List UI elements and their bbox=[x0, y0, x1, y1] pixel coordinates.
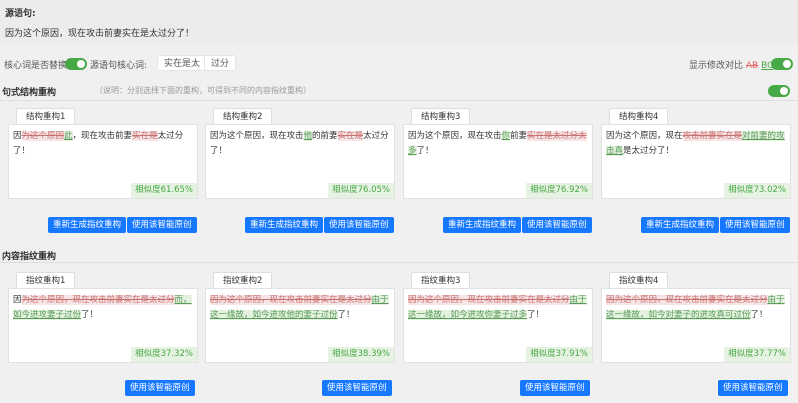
source-text: 因为这个原因，现在攻击前妻实在是太过分了！ bbox=[5, 29, 195, 39]
options-row: 核心词是否替换 源语句核心词: 实在是太 过分 显示修改对比 AB BC bbox=[0, 54, 798, 74]
content-text: 因为这个原因，现在攻击前妻实在是太过分而，如今进攻妻子过份了！ bbox=[13, 293, 195, 323]
show-diff-text: 显示修改对比 bbox=[689, 61, 744, 71]
inserted-text: 你 bbox=[501, 131, 511, 141]
unchanged-text: 的前妻 bbox=[312, 131, 338, 141]
structure-section-toggle[interactable] bbox=[768, 85, 790, 97]
keyword-chip[interactable]: 实在是太 bbox=[157, 55, 208, 71]
unchanged-text: 了！ bbox=[750, 310, 768, 320]
use-original-button[interactable]: 使用该智能原创 bbox=[522, 217, 592, 233]
unchanged-text: 因为这个原因，现在 bbox=[606, 131, 683, 141]
tab-structure-4[interactable]: 结构重构4 bbox=[609, 108, 669, 125]
structure-text-box: 因为这个原因此，现在攻击前妻实在是太过分了！ 相似度61.65% bbox=[8, 124, 198, 199]
unchanged-text: 因为这个原因，现在攻击 bbox=[210, 131, 304, 141]
use-original-button[interactable]: 使用该智能原创 bbox=[127, 217, 197, 233]
content-text-box: 因为这个原因，现在攻击前妻实在是太过分而，如今进攻妻子过份了！ 相似度37.32… bbox=[8, 288, 198, 363]
inserted-text: 他 bbox=[303, 131, 313, 141]
similarity-badge: 相似度37.32% bbox=[131, 347, 197, 362]
use-original-button[interactable]: 使用该智能原创 bbox=[322, 380, 392, 396]
content-text: 因为这个原因，现在攻击前妻实在是太过分由于这一缘故，如今对妻子的进攻真可过份了！ bbox=[606, 293, 788, 323]
structure-section-title: 句式结构重构 bbox=[2, 88, 57, 98]
regenerate-button[interactable]: 重新生成指纹重构 bbox=[443, 217, 522, 233]
content-section-title: 内容指纹重构 bbox=[2, 252, 57, 262]
use-original-button[interactable]: 使用该智能原创 bbox=[125, 380, 195, 396]
deleted-text: 实在是太过分太 bbox=[527, 131, 587, 141]
diff-del-sample: AB bbox=[745, 61, 759, 71]
structure-text: 因为这个原因，现在攻击他的前妻实在是太过分了！ bbox=[210, 129, 392, 159]
source-panel: 源语句: 因为这个原因，现在攻击前妻实在是太过分了！ bbox=[0, 0, 798, 44]
structure-text-box: 因为这个原因，现在攻击你前妻实在是太过分太多了！ 相似度76.92% bbox=[403, 124, 593, 199]
structure-text: 因为这个原因，现在攻击你前妻实在是太过分太多了！ bbox=[408, 129, 590, 159]
structure-text-box: 因为这个原因，现在攻击他的前妻实在是太过分了！ 相似度76.05% bbox=[205, 124, 395, 199]
source-title: 源语句: bbox=[5, 9, 36, 19]
content-text-box: 因为这个原因，现在攻击前妻实在是太过分由于这一缘故，如今进攻他的妻子过份了！ 相… bbox=[205, 288, 395, 363]
unchanged-text: 因 bbox=[13, 131, 22, 141]
show-diff-label: 显示修改对比 AB BC bbox=[689, 58, 773, 71]
deleted-text: 攻击前妻实在是 bbox=[682, 131, 743, 141]
content-text-box: 因为这个原因，现在攻击前妻实在是太过分由于这一缘故，如今进攻你妻子过多了！ 相似… bbox=[403, 288, 593, 363]
unchanged-text: 因 bbox=[13, 295, 22, 305]
tab-structure-1[interactable]: 结构重构1 bbox=[16, 108, 76, 125]
deleted-text: 为这个原因 bbox=[21, 131, 65, 141]
tab-fingerprint-1[interactable]: 指纹重构1 bbox=[16, 272, 76, 289]
unchanged-text: ，现在攻击前妻 bbox=[72, 131, 133, 141]
use-original-button[interactable]: 使用该智能原创 bbox=[324, 217, 394, 233]
deleted-text: 实在是 bbox=[132, 131, 158, 141]
keyword-replace-toggle[interactable] bbox=[65, 58, 87, 70]
content-text: 因为这个原因，现在攻击前妻实在是太过分由于这一缘故，如今进攻你妻子过多了！ bbox=[408, 293, 590, 323]
structure-text: 因为这个原因，现在攻击前妻实在是对前妻的攻击真是太过分了！ bbox=[606, 129, 788, 159]
content-text: 因为这个原因，现在攻击前妻实在是太过分由于这一缘故，如今进攻他的妻子过份了！ bbox=[210, 293, 392, 323]
structure-section-header: 句式结构重构 （说明：分别选择下面的重构，可得到不同的内容指纹重构） bbox=[0, 83, 798, 99]
unchanged-text: 了！ bbox=[416, 146, 434, 156]
structure-section-note: （说明：分别选择下面的重构，可得到不同的内容指纹重构） bbox=[95, 86, 311, 95]
similarity-badge: 相似度37.91% bbox=[526, 347, 592, 362]
show-diff-toggle[interactable] bbox=[771, 58, 793, 70]
tab-fingerprint-3[interactable]: 指纹重构3 bbox=[411, 272, 471, 289]
similarity-badge: 相似度76.05% bbox=[328, 183, 394, 198]
structure-text-box: 因为这个原因，现在攻击前妻实在是对前妻的攻击真是太过分了！ 相似度73.02% bbox=[601, 124, 791, 199]
source-keywords-label: 源语句核心词: bbox=[90, 61, 148, 71]
content-divider bbox=[0, 262, 798, 263]
deleted-text: 因为这个原因，现在攻击前妻实在是太过分 bbox=[210, 295, 372, 305]
use-original-button[interactable]: 使用该智能原创 bbox=[520, 380, 590, 396]
use-original-button[interactable]: 使用该智能原创 bbox=[720, 217, 790, 233]
similarity-badge: 相似度76.92% bbox=[526, 183, 592, 198]
regenerate-button[interactable]: 重新生成指纹重构 bbox=[48, 217, 127, 233]
tab-fingerprint-4[interactable]: 指纹重构4 bbox=[609, 272, 669, 289]
unchanged-text: 了！ bbox=[337, 310, 355, 320]
content-section-header: 内容指纹重构 bbox=[0, 247, 798, 263]
deleted-text: 因为这个原因，现在攻击前妻实在是太过分 bbox=[606, 295, 768, 305]
structure-divider bbox=[0, 100, 798, 101]
deleted-text: 为这个原因，现在攻击前妻实在是太过分 bbox=[21, 295, 175, 305]
structure-text: 因为这个原因此，现在攻击前妻实在是太过分了！ bbox=[13, 129, 195, 159]
use-original-button[interactable]: 使用该智能原创 bbox=[718, 380, 788, 396]
keyword-chip[interactable]: 过分 bbox=[204, 55, 237, 71]
content-text-box: 因为这个原因，现在攻击前妻实在是太过分由于这一缘故，如今对妻子的进攻真可过份了！… bbox=[601, 288, 791, 363]
tab-structure-3[interactable]: 结构重构3 bbox=[411, 108, 471, 125]
unchanged-text: 因为这个原因，现在攻击 bbox=[408, 131, 502, 141]
regenerate-button[interactable]: 重新生成指纹重构 bbox=[641, 217, 720, 233]
unchanged-text: 是太过分了！ bbox=[623, 146, 675, 156]
similarity-badge: 相似度61.65% bbox=[131, 183, 197, 198]
inserted-text: 多 bbox=[408, 146, 417, 156]
unchanged-text: 了！ bbox=[527, 310, 545, 320]
unchanged-text: 前妻 bbox=[510, 131, 528, 141]
keyword-replace-label: 核心词是否替换 bbox=[4, 61, 68, 71]
deleted-text: 实在是 bbox=[337, 131, 364, 141]
similarity-badge: 相似度38.39% bbox=[328, 347, 394, 362]
similarity-badge: 相似度73.02% bbox=[724, 183, 790, 198]
unchanged-text: 了！ bbox=[81, 310, 99, 320]
regenerate-button[interactable]: 重新生成指纹重构 bbox=[245, 217, 324, 233]
deleted-text: 因为这个原因，现在攻击前妻实在是太过分 bbox=[408, 295, 570, 305]
tab-structure-2[interactable]: 结构重构2 bbox=[213, 108, 273, 125]
similarity-badge: 相似度37.77% bbox=[724, 347, 790, 362]
tab-fingerprint-2[interactable]: 指纹重构2 bbox=[213, 272, 273, 289]
inserted-text: 此 bbox=[64, 131, 73, 141]
